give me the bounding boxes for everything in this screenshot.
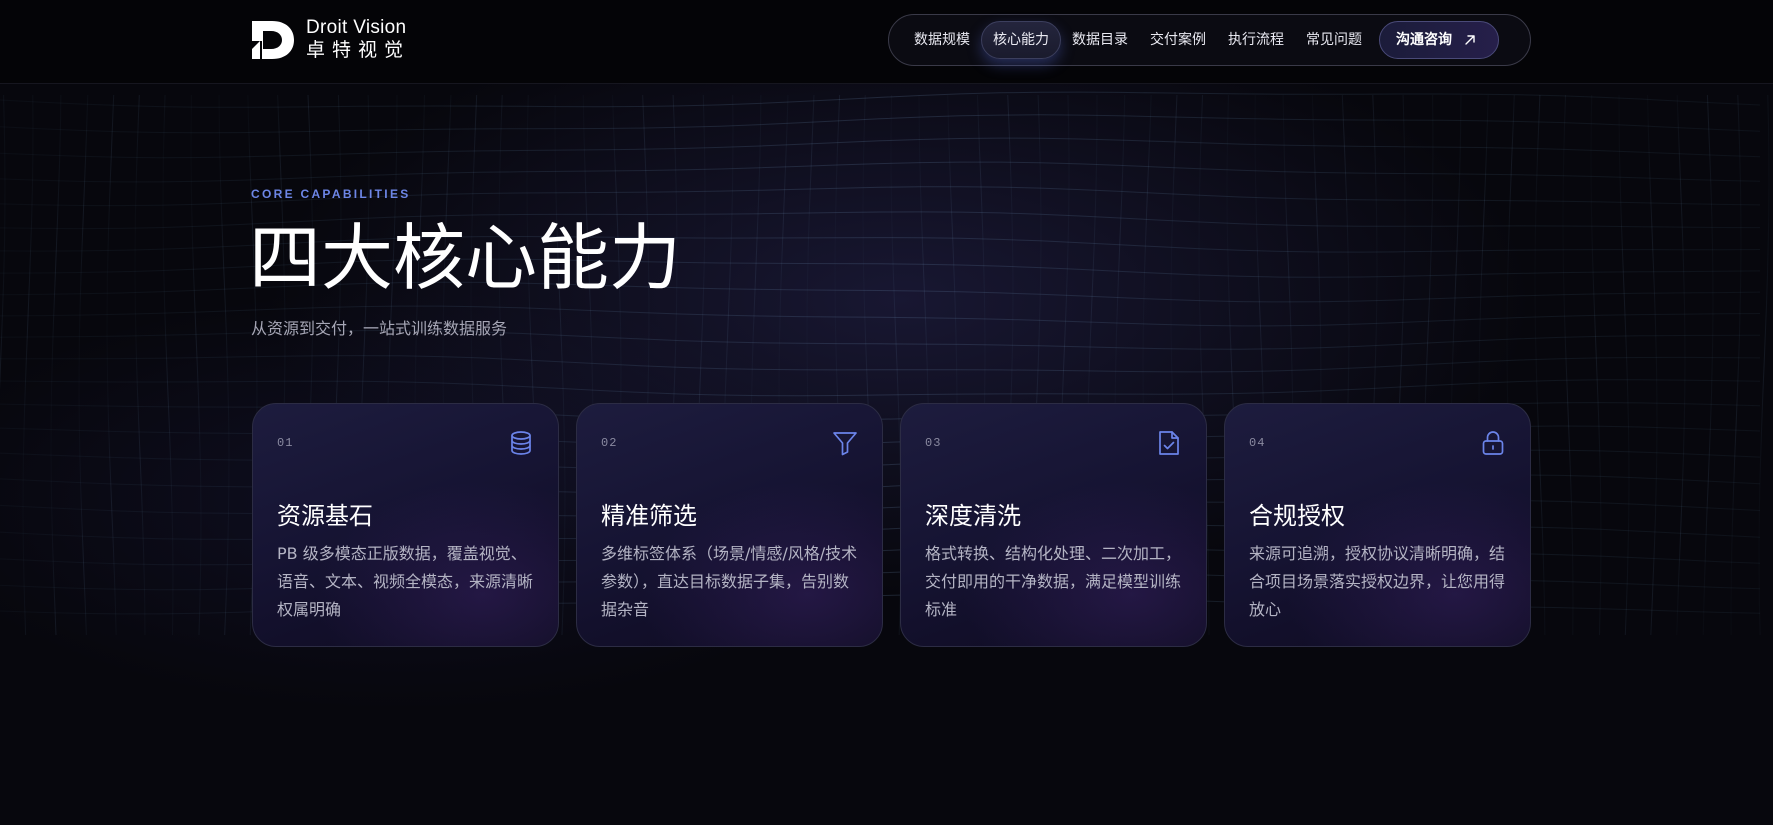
card-number: 04	[1249, 436, 1266, 450]
card-title: 深度清洗	[925, 502, 1021, 530]
capability-card[interactable]: 02 精准筛选 多维标签体系（场景/情感/风格/技术参数），直达目标数据子集，告…	[576, 403, 883, 647]
capability-card[interactable]: 01 资源基石 PB 级多模态正版数据，覆盖视觉、语音、文本、视频全模态，来源清…	[252, 403, 559, 647]
nav-item-faq[interactable]: 常见问题	[1295, 21, 1373, 59]
grid-line	[0, 94, 6, 391]
grid-line	[0, 161, 1761, 183]
grid-line	[1730, 94, 1742, 636]
database-icon	[511, 431, 531, 455]
contact-button[interactable]: 沟通咨询	[1379, 21, 1499, 59]
grid-line	[0, 114, 1761, 134]
card-title: 精准筛选	[601, 502, 697, 530]
grid-line	[134, 94, 146, 636]
grid-line	[218, 94, 230, 636]
card-description: 多维标签体系（场景/情感/风格/技术参数），直达目标数据子集，告别数据杂音	[601, 544, 858, 619]
grid-line	[78, 94, 89, 636]
grid-line	[1758, 94, 1770, 636]
brand-name-cn: 卓特视觉	[306, 39, 411, 61]
nav-item-data-scale[interactable]: 数据规模	[903, 21, 981, 59]
grid-line	[0, 355, 1761, 373]
card-description: PB 级多模态正版数据，覆盖视觉、语音、文本、视频全模态，来源清晰权属明确	[277, 544, 534, 619]
capability-cards: 01 资源基石 PB 级多模态正版数据，覆盖视觉、语音、文本、视频全模态，来源清…	[252, 403, 1532, 647]
grid-line	[1702, 94, 1714, 636]
main-nav: 数据规模 核心能力 数据目录 交付案例 执行流程 常见问题 沟通咨询	[888, 14, 1531, 66]
nav-item-data-catalog[interactable]: 数据目录	[1061, 21, 1139, 59]
contact-button-label: 沟通咨询	[1396, 32, 1452, 48]
brand-logo[interactable]: Droit Vision 卓特视觉	[250, 18, 410, 62]
grid-line	[162, 94, 174, 636]
nav-item-process[interactable]: 执行流程	[1217, 21, 1295, 59]
grid-line	[0, 137, 1761, 159]
site-header: Droit Vision 卓特视觉 数据规模 核心能力 数据目录 交付案例 执行…	[0, 0, 1773, 84]
card-number: 02	[601, 436, 618, 450]
grid-line	[190, 94, 202, 636]
grid-line	[0, 379, 1761, 397]
card-number: 03	[925, 436, 942, 450]
card-title: 合规授权	[1249, 502, 1345, 530]
card-description: 来源可追溯，授权协议清晰明确，结合项目场景落实授权边界，让您用得放心	[1249, 544, 1506, 619]
section-eyebrow: CORE CAPABILITIES	[251, 187, 411, 201]
brand-name-en: Droit Vision	[306, 17, 407, 38]
droit-logo-icon	[252, 21, 294, 59]
nav-item-core-capabilities[interactable]: 核心能力	[981, 21, 1061, 59]
grid-line	[1647, 94, 1658, 636]
filter-icon	[833, 432, 857, 456]
grid-line	[1618, 94, 1630, 636]
file-check-icon	[1159, 431, 1179, 455]
card-number: 01	[277, 436, 294, 450]
grid-line	[106, 94, 117, 636]
section-subtitle: 从资源到交付，一站式训练数据服务	[251, 319, 508, 338]
lock-icon	[1482, 431, 1504, 455]
grid-line	[50, 94, 62, 636]
section-title: 四大核心能力	[249, 216, 682, 300]
card-description: 格式转换、结构化处理、二次加工，交付即用的干净数据，满足模型训练标准	[925, 544, 1182, 619]
grid-line	[1676, 94, 1686, 636]
nav-item-delivery-cases[interactable]: 交付案例	[1139, 21, 1217, 59]
capability-card[interactable]: 03 深度清洗 格式转换、结构化处理、二次加工，交付即用的干净数据，满足模型训练…	[900, 403, 1207, 647]
capability-card[interactable]: 04 合规授权 来源可追溯，授权协议清晰明确，结合项目场景落实授权边界，让您用得…	[1224, 403, 1531, 647]
grid-line	[22, 94, 34, 636]
card-title: 资源基石	[277, 502, 373, 530]
arrow-up-right-icon	[1465, 35, 1475, 45]
grid-line	[0, 91, 1761, 108]
